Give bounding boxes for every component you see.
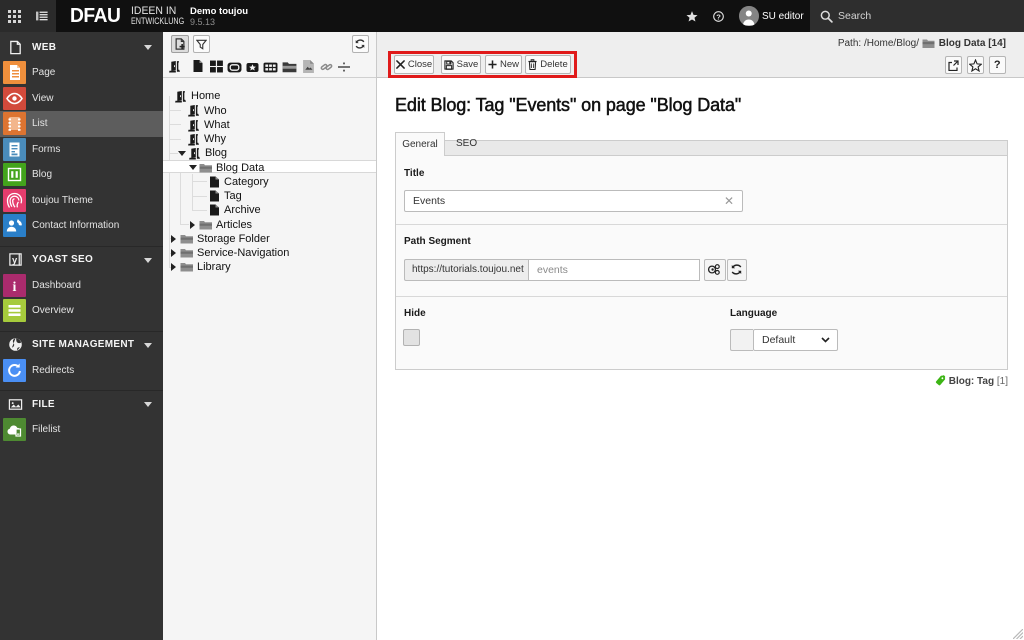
svg-text:i: i	[13, 280, 17, 295]
svg-text:y: y	[12, 255, 18, 265]
svg-text:?: ?	[716, 12, 721, 21]
